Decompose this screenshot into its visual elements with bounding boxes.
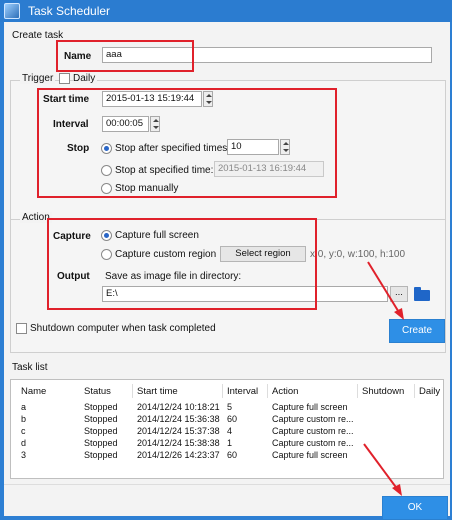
column-daily[interactable]: Daily	[419, 386, 440, 397]
cell-name: d	[21, 438, 27, 448]
shutdown-label: Shutdown computer when task completed	[30, 323, 216, 334]
stop-after-spinner[interactable]	[280, 139, 290, 155]
column-start-time[interactable]: Start time	[137, 386, 178, 397]
name-label: Name	[64, 51, 92, 62]
window-title: Task Scheduler	[28, 4, 111, 18]
trigger-heading: Trigger	[20, 73, 56, 84]
start-time-input[interactable]: 2015-01-13 15:19:44	[102, 91, 202, 107]
capture-custom-label: Capture custom region	[115, 249, 217, 260]
stop-label: Stop	[67, 143, 90, 154]
cell-action: Capture custom re...	[272, 414, 354, 424]
cell-start-time: 2014/12/24 15:38:38	[137, 438, 220, 448]
cell-status: Stopped	[84, 402, 118, 412]
cell-status: Stopped	[84, 414, 118, 424]
cell-action: Capture full screen	[272, 402, 348, 412]
cell-status: Stopped	[84, 438, 118, 448]
cell-interval: 4	[227, 426, 233, 436]
column-shutdown[interactable]: Shutdown	[362, 386, 404, 397]
start-time-spinner[interactable]	[203, 91, 213, 107]
cell-name: c	[21, 426, 26, 436]
task-list-heading: Task list	[12, 362, 48, 373]
capture-label: Capture	[53, 231, 91, 242]
action-heading: Action	[20, 212, 52, 223]
cell-action: Capture custom re...	[272, 438, 354, 448]
window-body: Create task Name aaa Trigger Daily Start…	[4, 22, 450, 520]
cell-name: a	[21, 402, 27, 412]
capture-full-label: Capture full screen	[115, 230, 199, 241]
output-label: Output	[57, 271, 90, 282]
stop-at-radio[interactable]	[101, 165, 112, 176]
daily-label: Daily	[73, 73, 98, 84]
stop-at-label: Stop at specified time:	[115, 165, 214, 176]
stop-after-label: Stop after specified times:	[115, 143, 231, 154]
cell-interval: 1	[227, 438, 233, 448]
daily-checkbox[interactable]	[59, 73, 70, 84]
table-row[interactable]: b Stopped 2014/12/24 15:36:38 60 Capture…	[11, 414, 443, 426]
name-input[interactable]: aaa	[102, 47, 432, 63]
cell-start-time: 2014/12/26 14:23:37	[137, 450, 220, 460]
column-interval[interactable]: Interval	[227, 386, 258, 397]
stop-manually-label: Stop manually	[115, 183, 179, 194]
title-bar: Task Scheduler	[0, 0, 452, 22]
capture-full-radio[interactable]	[101, 230, 112, 241]
create-task-heading: Create task	[12, 30, 64, 41]
capture-custom-radio[interactable]	[101, 249, 112, 260]
column-divider	[414, 384, 415, 398]
column-divider	[357, 384, 358, 398]
directory-input[interactable]: E:\	[102, 286, 388, 302]
cell-interval: 60	[227, 414, 238, 424]
stop-manually-radio[interactable]	[101, 183, 112, 194]
stop-at-input[interactable]: 2015-01-13 16:19:44	[214, 161, 324, 177]
cell-name: b	[21, 414, 27, 424]
app-icon	[4, 3, 20, 19]
cell-interval: 5	[227, 402, 233, 412]
select-region-button[interactable]: Select region	[220, 246, 306, 262]
table-row[interactable]: c Stopped 2014/12/24 15:37:38 4 Capture …	[11, 426, 443, 438]
stop-after-input[interactable]: 10	[227, 139, 279, 155]
open-folder-icon[interactable]	[414, 287, 430, 301]
cell-status: Stopped	[84, 426, 118, 436]
column-action[interactable]: Action	[272, 386, 298, 397]
cell-start-time: 2014/12/24 10:18:21	[137, 402, 220, 412]
ok-button[interactable]: OK	[382, 496, 448, 520]
cell-action: Capture custom re...	[272, 426, 354, 436]
column-divider	[267, 384, 268, 398]
column-divider	[222, 384, 223, 398]
arrow-to-ok-icon	[363, 443, 402, 496]
save-directory-label: Save as image file in directory:	[105, 271, 242, 282]
arrow-to-create-icon	[367, 261, 404, 320]
column-name[interactable]: Name	[21, 386, 46, 397]
start-time-label: Start time	[43, 94, 90, 105]
cell-action: Capture full screen	[272, 450, 348, 460]
column-divider	[132, 384, 133, 398]
cell-start-time: 2014/12/24 15:36:38	[137, 414, 220, 424]
interval-label: Interval	[53, 119, 89, 130]
cell-name: 3	[21, 450, 27, 460]
shutdown-checkbox[interactable]	[16, 323, 27, 334]
interval-input[interactable]: 00:00:05	[102, 116, 149, 132]
cell-status: Stopped	[84, 450, 118, 460]
cell-start-time: 2014/12/24 15:37:38	[137, 426, 220, 436]
column-status[interactable]: Status	[84, 386, 111, 397]
table-row[interactable]: a Stopped 2014/12/24 10:18:21 5 Capture …	[11, 402, 443, 414]
interval-spinner[interactable]	[150, 116, 160, 132]
cell-interval: 60	[227, 450, 238, 460]
stop-after-radio[interactable]	[101, 143, 112, 154]
